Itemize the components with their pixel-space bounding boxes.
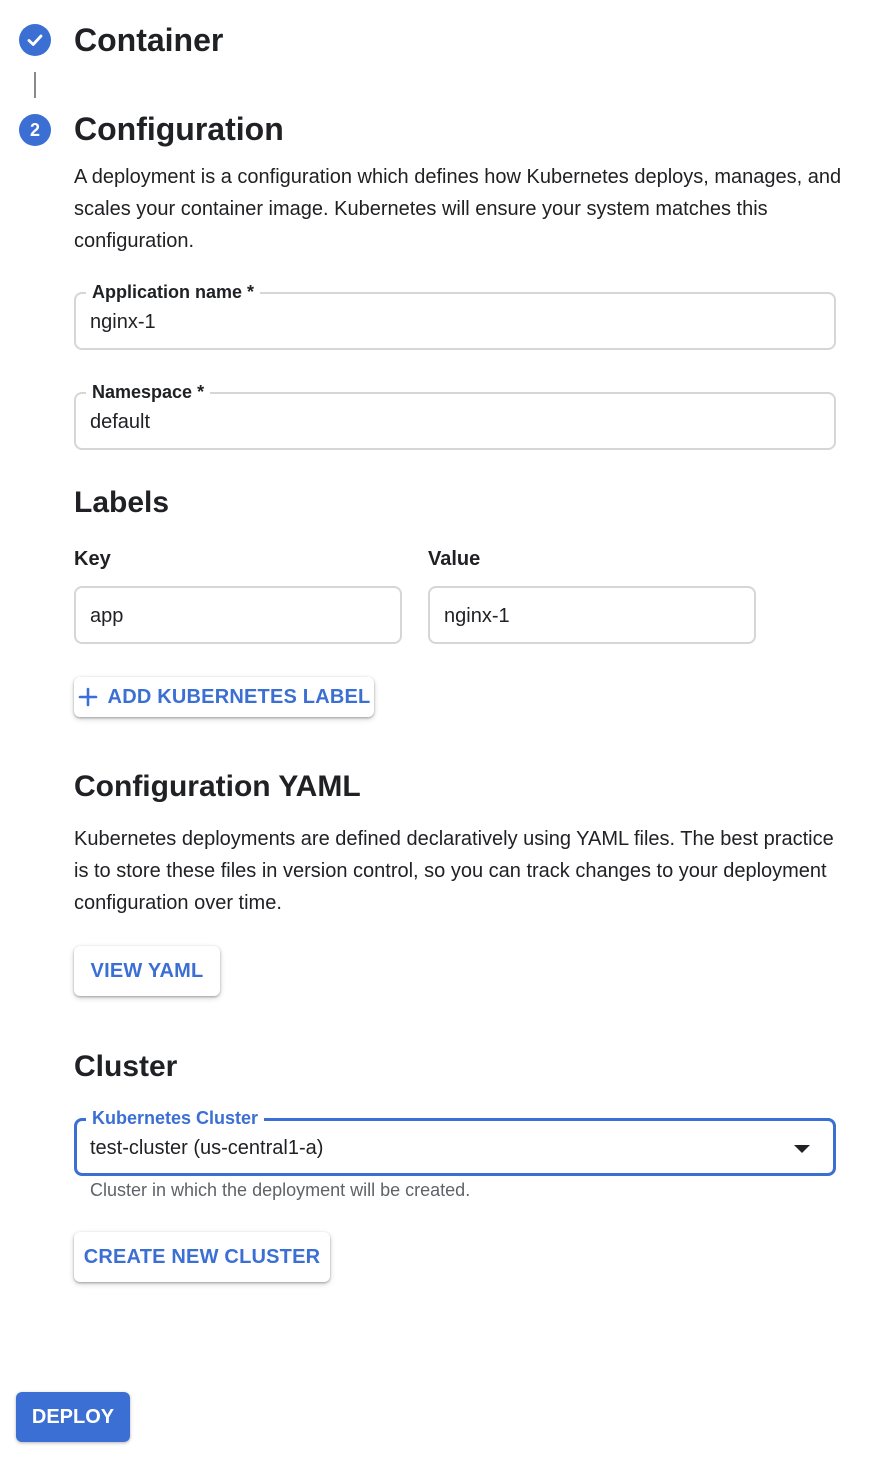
label-key-input[interactable]: app (90, 604, 123, 628)
namespace-input[interactable]: default (90, 410, 150, 434)
check-icon (27, 34, 43, 46)
view-yaml-button[interactable]: VIEW YAML (74, 946, 220, 996)
yaml-description: Kubernetes deployments are defined decla… (74, 828, 834, 914)
application-name-field[interactable]: Application name * nginx-1 (74, 282, 836, 350)
add-kubernetes-label-text: ADD KUBERNETES LABEL (107, 685, 371, 708)
add-kubernetes-label-button[interactable]: ADD KUBERNETES LABEL (74, 677, 374, 717)
label-value-input[interactable]: nginx-1 (444, 604, 510, 628)
deploy-button[interactable]: DEPLOY (16, 1392, 130, 1442)
deploy-text: DEPLOY (31, 1405, 115, 1428)
step-title-container[interactable]: Container (74, 24, 223, 56)
configuration-yaml-heading: Configuration YAML (74, 770, 361, 803)
application-name-input[interactable]: nginx-1 (90, 310, 156, 334)
step-title-configuration: Configuration (74, 111, 284, 147)
plus-icon (78, 687, 97, 707)
value-column-header: Value (428, 548, 481, 570)
kubernetes-cluster-label: Kubernetes Cluster (86, 1108, 265, 1128)
step-connector (34, 72, 36, 98)
step-completed-icon (19, 24, 51, 56)
step-number-badge: 2 (19, 114, 51, 146)
create-new-cluster-button[interactable]: CREATE NEW CLUSTER (74, 1232, 330, 1282)
namespace-label: Namespace * (86, 382, 211, 402)
kubernetes-cluster-select[interactable]: Kubernetes Cluster test-cluster (us-cent… (74, 1108, 836, 1176)
key-column-header: Key (74, 548, 111, 570)
application-name-label: Application name * (86, 282, 261, 302)
configuration-description: A deployment is a configuration which de… (74, 166, 842, 252)
step-number: 2 (29, 119, 40, 140)
caret-down-icon[interactable] (793, 1144, 811, 1154)
cluster-helper-text: Cluster in which the deployment will be … (90, 1180, 471, 1200)
label-key-field[interactable]: app (74, 586, 402, 644)
kubernetes-cluster-value: test-cluster (us-central1-a) (90, 1137, 324, 1159)
labels-heading: Labels (74, 486, 170, 519)
cluster-heading: Cluster (74, 1050, 178, 1083)
create-new-cluster-text: CREATE NEW CLUSTER (83, 1245, 321, 1268)
namespace-field[interactable]: Namespace * default (74, 382, 836, 450)
view-yaml-text: VIEW YAML (90, 959, 204, 982)
label-value-field[interactable]: nginx-1 (428, 586, 756, 644)
